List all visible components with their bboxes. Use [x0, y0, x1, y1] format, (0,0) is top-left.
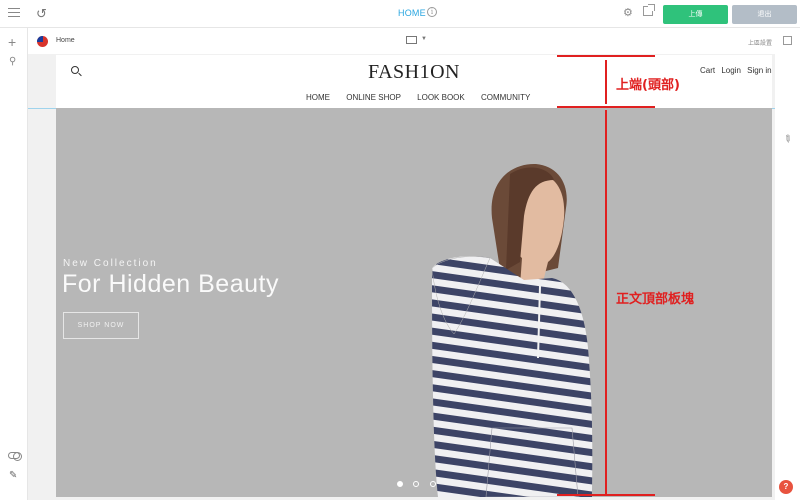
editor-toolbar: ↺ HOME i ⚙ 上傳 退出 [0, 0, 800, 28]
login-link[interactable]: Login [721, 66, 741, 75]
plus-icon[interactable]: + [8, 34, 16, 50]
model-photo [432, 163, 593, 497]
page-bar: Home ▼ 上區設置 [28, 28, 775, 54]
external-link-icon[interactable] [643, 4, 655, 16]
utility-nav: Cart Login Sign in [696, 66, 772, 75]
slider-dot[interactable] [397, 481, 403, 487]
gear-icon[interactable]: ⚙ [623, 6, 633, 19]
info-icon[interactable]: i [427, 7, 437, 17]
hero-headline: For Hidden Beauty [62, 270, 279, 298]
toggle-icon[interactable] [8, 452, 22, 461]
annotation-body-label: 正文頂部板塊 [616, 292, 695, 307]
pin-icon[interactable]: ✎ [780, 133, 793, 147]
annotation-line-top [557, 55, 655, 57]
cart-link[interactable]: Cart [700, 66, 715, 75]
exit-button[interactable]: 退出 [732, 5, 797, 24]
annotation-line-bottom [557, 494, 655, 496]
desktop-icon[interactable] [406, 36, 417, 44]
menu-icon[interactable] [8, 8, 20, 18]
current-page-label[interactable]: Home [56, 37, 75, 44]
annotation-line-header-bottom [557, 106, 655, 108]
hero-kicker: New Collection [63, 258, 158, 269]
copy-icon[interactable] [783, 36, 792, 45]
region-settings-link[interactable]: 上區設置 [748, 38, 772, 47]
page-title[interactable]: HOME [398, 8, 426, 18]
help-icon[interactable]: ? [779, 480, 793, 494]
nav-online-shop[interactable]: ONLINE SHOP [346, 93, 401, 102]
undo-icon[interactable]: ↺ [36, 6, 47, 22]
chevron-down-icon[interactable]: ▼ [421, 36, 427, 42]
publish-button[interactable]: 上傳 [663, 5, 728, 24]
nav-community[interactable]: COMMUNITY [481, 93, 530, 102]
pencil-icon[interactable]: ✎ [9, 470, 17, 481]
slider-dot[interactable] [413, 481, 420, 487]
main-nav: HOME ONLINE SHOP LOOK BOOK COMMUNITY [306, 93, 544, 102]
annotation-line-body-vertical [605, 110, 607, 496]
annotation-header-label: 上端(頭部) [616, 78, 680, 93]
nav-home[interactable]: HOME [306, 93, 330, 102]
flag-icon[interactable] [37, 36, 48, 47]
shop-now-button[interactable]: SHOP NOW [63, 312, 139, 339]
left-tool-rail: + ⚲ ✎ [0, 28, 28, 500]
right-tool-rail: ✎ ? [775, 28, 800, 500]
sign-in-link[interactable]: Sign in [747, 66, 771, 75]
annotation-line-header-vertical [605, 60, 607, 104]
slider-dots [397, 474, 442, 492]
nav-look-book[interactable]: LOOK BOOK [417, 93, 465, 102]
slider-dot[interactable] [429, 481, 436, 487]
magic-wand-icon[interactable]: ⚲ [9, 56, 16, 67]
